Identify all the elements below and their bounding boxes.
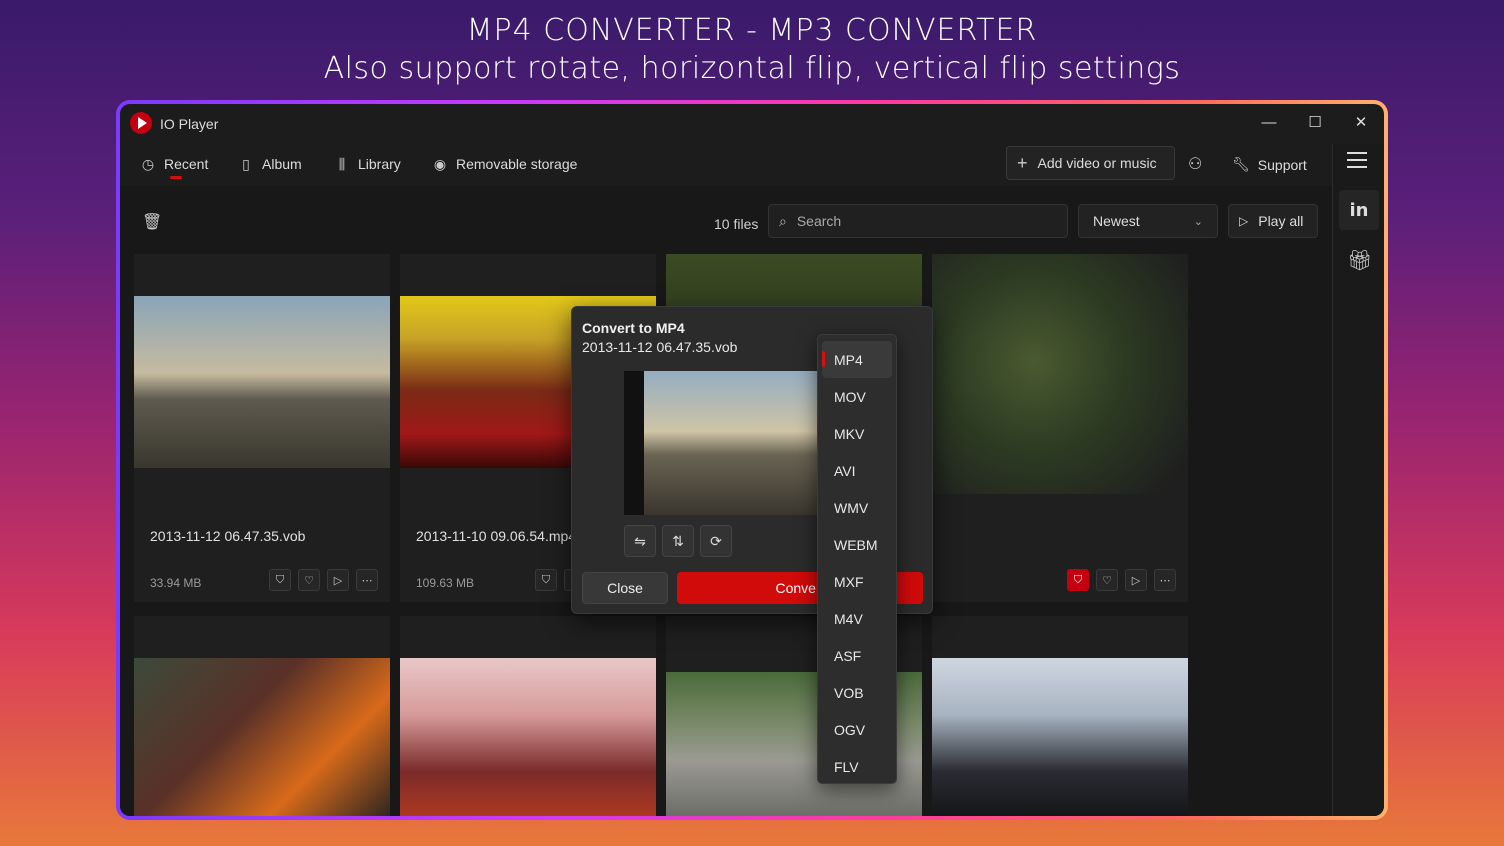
promo-headline: MP4 CONVERTER - MP3 CONVERTER Also suppo… bbox=[0, 12, 1504, 88]
shield-icon[interactable]: ⛉ bbox=[269, 569, 291, 591]
tab-removable-storage-label: Removable storage bbox=[456, 156, 578, 172]
hamburger-menu-icon[interactable] bbox=[1347, 152, 1367, 173]
maximize-button[interactable]: ☐ bbox=[1292, 104, 1338, 140]
card-actions: ⛉ ♡ ▷ ⋯ bbox=[269, 569, 378, 591]
rotate-icon[interactable]: ⟳ bbox=[700, 525, 732, 557]
more-icon[interactable]: ⋯ bbox=[356, 569, 378, 591]
close-window-button[interactable]: ✕ bbox=[1338, 104, 1384, 140]
format-option-wmv[interactable]: WMV bbox=[822, 489, 892, 526]
chevron-down-icon: ⌄ bbox=[1193, 215, 1203, 228]
format-option-mp4[interactable]: MP4 bbox=[822, 341, 892, 378]
video-thumbnail[interactable] bbox=[134, 296, 390, 468]
heart-icon[interactable]: ♡ bbox=[298, 569, 320, 591]
tab-album-label: Album bbox=[262, 156, 302, 172]
add-video-label: Add video or music bbox=[1037, 155, 1157, 171]
play-icon[interactable]: ▷ bbox=[327, 569, 349, 591]
format-option-mov[interactable]: MOV bbox=[822, 378, 892, 415]
album-icon: ▯ bbox=[242, 156, 250, 172]
video-thumbnail[interactable] bbox=[400, 658, 656, 816]
format-option-avi[interactable]: AVI bbox=[822, 452, 892, 489]
format-option-webm[interactable]: WEBM bbox=[822, 526, 892, 563]
file-name: 2013-11-10 09.06.54.mp4 bbox=[416, 528, 577, 544]
media-card[interactable]: ⛉ ♡ ▷ ⋯ bbox=[932, 254, 1188, 602]
preview-image bbox=[644, 371, 824, 515]
video-thumbnail[interactable] bbox=[932, 658, 1188, 816]
app-logo-icon bbox=[130, 112, 152, 134]
active-tab-indicator bbox=[170, 176, 182, 179]
play-all-button[interactable]: ▷ Play all bbox=[1228, 204, 1318, 238]
video-preview bbox=[624, 371, 824, 515]
format-option-flv[interactable]: FLV bbox=[822, 748, 892, 785]
linkedin-icon[interactable]: in bbox=[1339, 190, 1379, 230]
format-option-mxf[interactable]: MXF bbox=[822, 563, 892, 600]
close-button[interactable]: Close bbox=[582, 572, 668, 604]
play-icon: ▷ bbox=[1239, 214, 1249, 228]
vertical-flip-icon[interactable]: ⇅ bbox=[662, 525, 694, 557]
tab-recent-label: Recent bbox=[164, 156, 209, 172]
files-count: 10 files bbox=[714, 216, 759, 232]
media-card[interactable] bbox=[134, 616, 390, 816]
file-size: 33.94 MB bbox=[150, 576, 202, 590]
shield-icon[interactable]: ⛉ bbox=[1067, 569, 1089, 591]
search-input[interactable] bbox=[796, 213, 1037, 229]
heart-icon[interactable]: ♡ bbox=[1096, 569, 1118, 591]
support-button[interactable]: 🔧︎ Support bbox=[1232, 156, 1307, 173]
app-title: IO Player bbox=[160, 116, 219, 132]
transform-tools: ⇋ ⇅ ⟳ bbox=[624, 525, 732, 557]
media-card[interactable] bbox=[400, 616, 656, 816]
tab-library[interactable]: ⫼ Library bbox=[334, 156, 401, 172]
format-option-asf[interactable]: ASF bbox=[822, 637, 892, 674]
search-box[interactable]: ⌕ bbox=[768, 204, 1068, 238]
plus-icon: + bbox=[1017, 152, 1028, 173]
tab-library-label: Library bbox=[358, 156, 401, 172]
tab-removable-storage[interactable]: ◉ Removable storage bbox=[432, 156, 578, 172]
card-actions: ⛉ ♡ ▷ ⋯ bbox=[1067, 569, 1176, 591]
wrench-icon: 🔧︎ bbox=[1232, 156, 1250, 172]
format-option-m4v[interactable]: M4V bbox=[822, 600, 892, 637]
trash-icon[interactable]: 🗑︎ bbox=[142, 212, 162, 232]
video-thumbnail[interactable] bbox=[134, 658, 390, 816]
disc-icon: ◉ bbox=[433, 156, 447, 172]
sort-dropdown[interactable]: Newest ⌄ bbox=[1078, 204, 1218, 238]
file-name: 2013-11-12 06.47.35.vob bbox=[150, 528, 306, 544]
support-label: Support bbox=[1257, 156, 1307, 173]
tab-recent[interactable]: ◷ Recent bbox=[140, 156, 208, 172]
right-rail: in 🎁︎ bbox=[1332, 144, 1384, 816]
dialog-title: Convert to MP4 bbox=[582, 320, 685, 336]
horizontal-flip-icon[interactable]: ⇋ bbox=[624, 525, 656, 557]
user-settings-icon[interactable]: ⚇ bbox=[1188, 154, 1202, 174]
play-icon[interactable]: ▷ bbox=[1125, 569, 1147, 591]
sort-value: Newest bbox=[1093, 213, 1140, 229]
play-all-label: Play all bbox=[1258, 213, 1304, 229]
gift-icon[interactable]: 🎁︎ bbox=[1347, 248, 1372, 273]
dialog-file-name: 2013-11-12 06.47.35.vob bbox=[582, 339, 738, 355]
more-icon[interactable]: ⋯ bbox=[1154, 569, 1176, 591]
search-icon: ⌕ bbox=[779, 212, 787, 229]
nav-bar: ◷ Recent ▯ Album ⫼ Library ◉ Removable s… bbox=[120, 144, 1332, 186]
media-card[interactable]: 2013-11-12 06.47.35.vob 33.94 MB ⛉ ♡ ▷ ⋯ bbox=[134, 254, 390, 602]
minimize-button[interactable]: — bbox=[1246, 104, 1292, 140]
headline-line-2: Also support rotate, horizontal flip, ve… bbox=[323, 51, 1181, 86]
format-dropdown: MP4 MOV MKV AVI WMV WEBM MXF M4V ASF VOB… bbox=[817, 334, 897, 784]
add-video-or-music-button[interactable]: + Add video or music bbox=[1006, 146, 1175, 180]
video-thumbnail[interactable] bbox=[932, 254, 1188, 494]
headline-line-1: MP4 CONVERTER - MP3 CONVERTER bbox=[466, 13, 1038, 48]
file-size: 109.63 MB bbox=[416, 576, 475, 590]
media-card[interactable] bbox=[932, 616, 1188, 816]
clock-icon: ◷ bbox=[141, 156, 155, 172]
format-option-ogv[interactable]: OGV bbox=[822, 711, 892, 748]
library-icon: ⫼ bbox=[338, 156, 346, 172]
format-option-vob[interactable]: VOB bbox=[822, 674, 892, 711]
title-bar: IO Player — ☐ ✕ bbox=[120, 104, 1384, 144]
format-option-mkv[interactable]: MKV bbox=[822, 415, 892, 452]
tab-album[interactable]: ▯ Album bbox=[238, 156, 302, 172]
shield-icon[interactable]: ⛉ bbox=[535, 569, 557, 591]
